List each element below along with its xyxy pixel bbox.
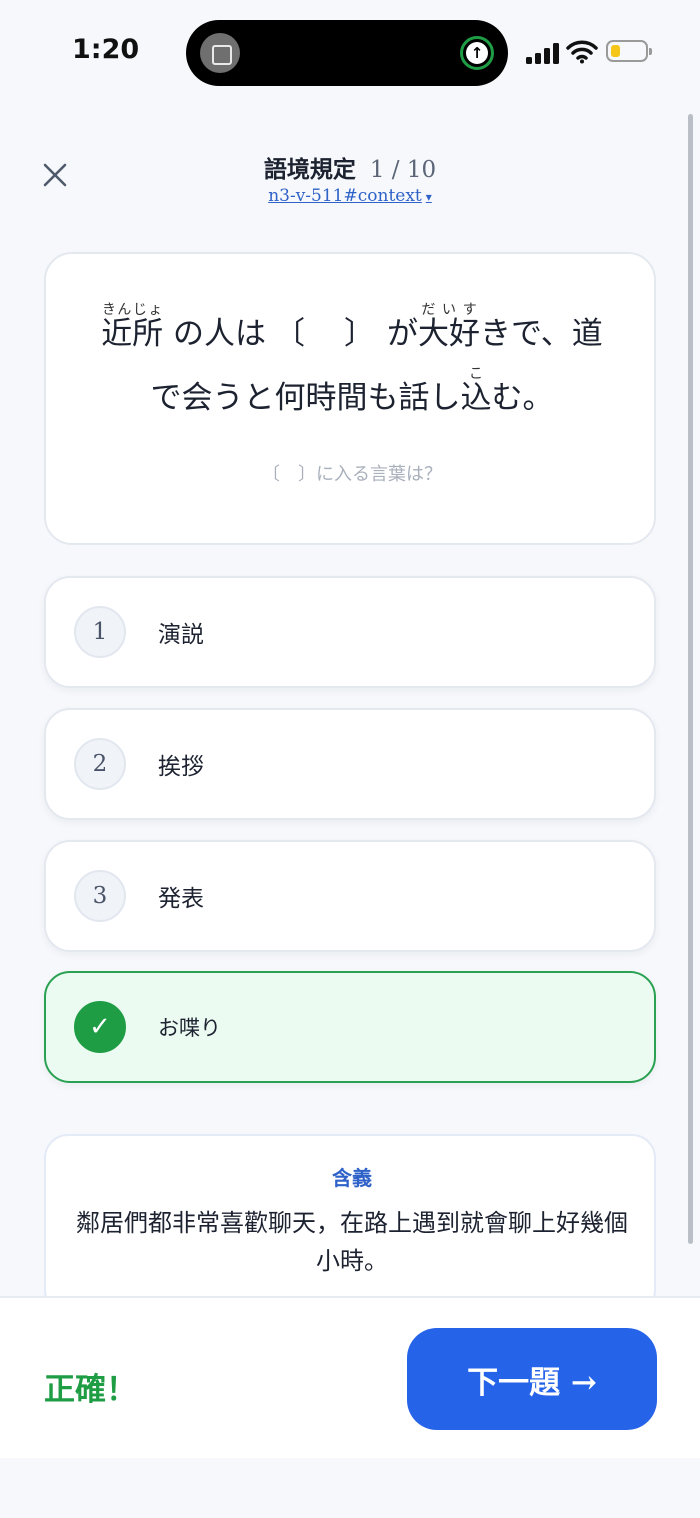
option-label: 演説 — [158, 622, 204, 648]
explanation-body: 鄰居們都非常喜歡聊天，在路上遇到就會聊上好幾個小時。 — [76, 1209, 628, 1275]
signal-icon — [526, 42, 560, 64]
question-sentence: 近所きんじょ の人は〔 〕が大好だいすきで、道で会うと何時間も話し込こむ。 — [86, 302, 618, 430]
scrollbar-thumb[interactable] — [688, 114, 693, 1244]
ruby-word-kinjo: 近所きんじょ — [101, 302, 164, 352]
option-label: 挨拶 — [158, 754, 204, 780]
ruby-base: 込 — [460, 380, 492, 416]
sentence-part: の人は — [173, 316, 267, 352]
scrollbar[interactable] — [688, 114, 693, 1244]
option-number: 1 — [74, 606, 126, 658]
answer-blank: 〔 〕 — [274, 316, 380, 352]
battery-icon — [606, 40, 652, 62]
ruby-base: 大好 — [418, 316, 481, 352]
sentence-part: む。 — [491, 380, 554, 416]
question-progress: 1 / 10 — [369, 157, 437, 183]
result-status: 正確！ — [44, 1372, 137, 1408]
option-label: お喋り — [158, 1016, 221, 1040]
checkmark-icon: ✓ — [74, 1001, 126, 1053]
upload-arrow-glyph: ↑ — [466, 42, 488, 64]
ruby-reading: だいす — [418, 302, 481, 318]
option-2[interactable]: 2 挨拶 — [44, 708, 656, 820]
option-number: 2 — [74, 738, 126, 790]
option-label: 発表 — [158, 886, 204, 912]
ruby-base: 近所 — [101, 316, 164, 352]
header-title-row: 語境規定 1 / 10 — [0, 150, 700, 184]
wifi-icon — [566, 40, 598, 64]
next-question-button[interactable]: 下一題 → — [407, 1328, 657, 1430]
upload-arrow-icon: ↑ — [460, 36, 494, 70]
question-card: 近所きんじょ の人は〔 〕が大好だいすきで、道で会うと何時間も話し込こむ。 〔 … — [44, 252, 656, 545]
question-id: n3-v-511#context — [268, 186, 422, 206]
option-4-correct[interactable]: ✓ お喋り — [44, 971, 656, 1083]
footer-bar: 正確！ 下一題 → — [0, 1296, 700, 1458]
dynamic-island: ↑ — [186, 20, 508, 86]
explanation-card: 含義 鄰居們都非常喜歡聊天，在路上遇到就會聊上好幾個小時。 — [44, 1134, 656, 1314]
option-number: 3 — [74, 870, 126, 922]
option-3[interactable]: 3 発表 — [44, 840, 656, 952]
chevron-down-icon: ▾ — [425, 190, 432, 204]
explanation-title: 含義 — [332, 1166, 372, 1190]
ruby-reading: こ — [460, 366, 492, 382]
option-1[interactable]: 1 演説 — [44, 576, 656, 688]
status-time: 1:20 — [72, 34, 140, 65]
question-hint: 〔 〕に入る言葉は？ — [262, 464, 442, 485]
ruby-word-daisu: 大好だいす — [418, 302, 481, 352]
ruby-reading: きんじょ — [101, 302, 164, 318]
question-id-link[interactable]: n3-v-511#context ▾ — [0, 186, 700, 206]
ruby-word-ko: 込こ — [460, 366, 492, 416]
sentence-part: が — [387, 316, 419, 352]
page-title: 語境規定 — [263, 156, 356, 183]
status-bar: 1:20 ↑ — [0, 0, 700, 105]
photo-icon — [200, 33, 240, 73]
